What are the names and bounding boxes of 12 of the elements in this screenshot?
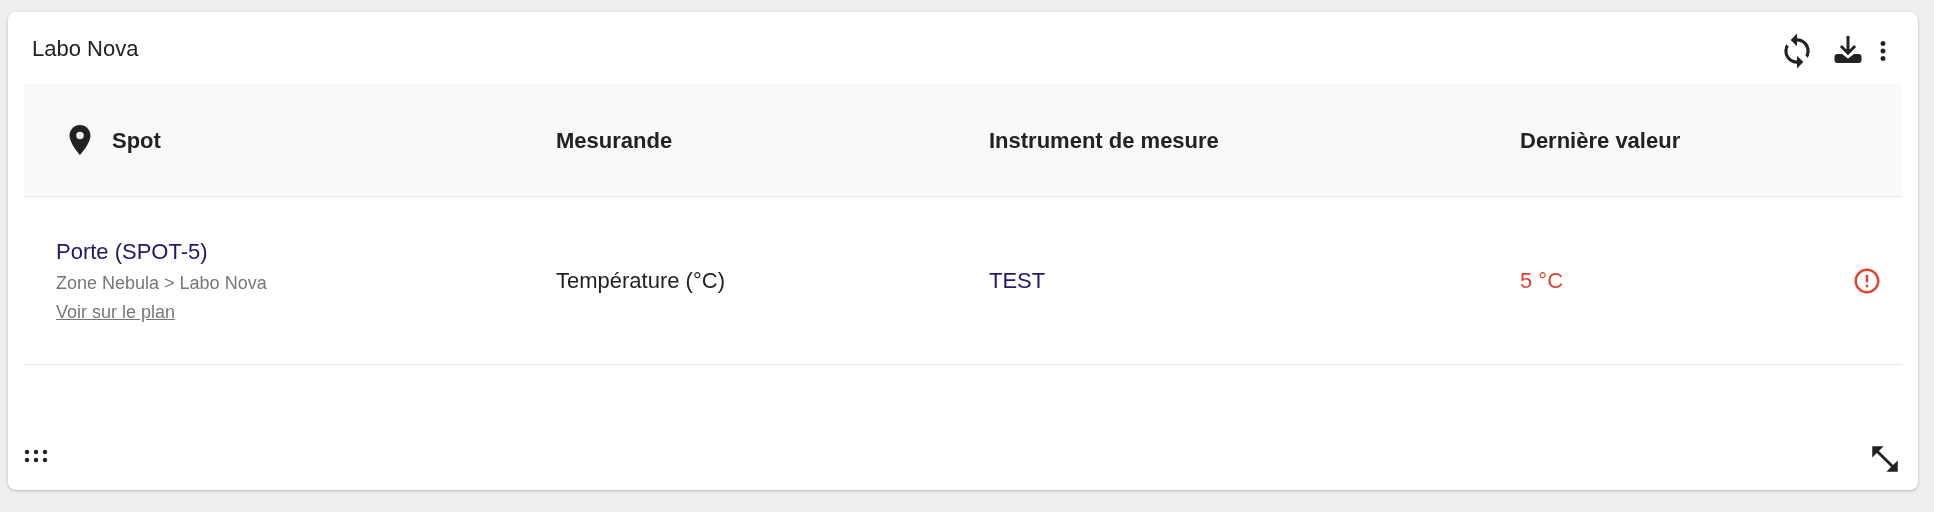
spot-path: Zone Nebula > Labo Nova: [56, 272, 268, 295]
column-header: Instrument de mesure: [989, 126, 1219, 155]
table-cell-text: Température (°C): [556, 267, 726, 295]
view-on-plan-link[interactable]: Voir sur le plan: [56, 299, 176, 326]
card-title: Labo Nova: [31, 34, 139, 63]
column-header: Mesurande: [556, 126, 673, 155]
spot-name[interactable]: Porte (SPOT-5): [56, 235, 556, 268]
column-header: Spot: [112, 126, 161, 155]
drag-handle-icon[interactable]: [24, 448, 48, 464]
instrument-link[interactable]: TEST: [989, 264, 1520, 297]
column-header: Dernière valeur: [1520, 126, 1681, 155]
last-value: 5 °C: [1520, 267, 1565, 295]
